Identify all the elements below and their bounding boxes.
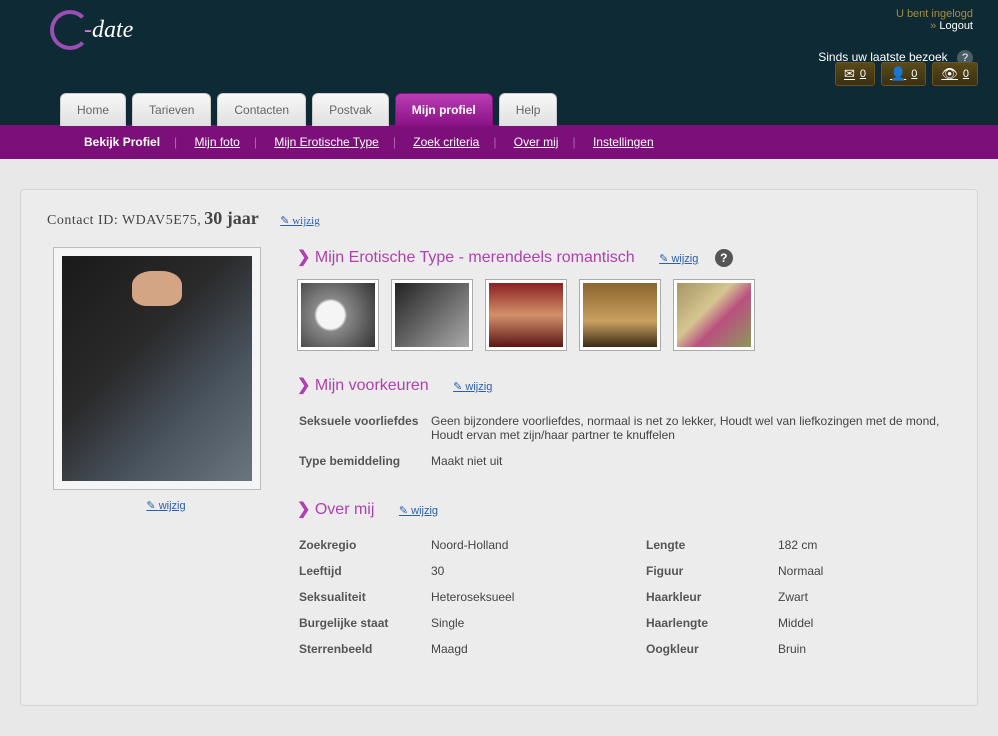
voorkeuren-title: Mijn voorkeuren [315,377,429,394]
erotic-title: Mijn Erotische Type - merendeels romanti… [315,249,635,266]
help-erotic-icon[interactable]: ? [715,249,733,267]
logged-in-text: U bent ingelogd [818,8,973,20]
erotic-type-section: Mijn Erotische Type - merendeels romanti… [297,247,951,351]
contacts-counter[interactable]: 👤0 [881,62,926,86]
contact-label: Contact ID: [47,213,122,228]
oogkleur-value: Bruin [778,637,949,661]
main-tabs: Home Tarieven Contacten Postvak Mijn pro… [0,93,998,126]
logo-c-icon [50,10,90,50]
header: -date U bent ingelogd » Logout Sinds uw … [0,0,998,92]
edit-voorkeuren-link[interactable]: wijzig [453,381,492,393]
profile-photo-frame [53,247,261,490]
tab-postvak[interactable]: Postvak [312,93,389,126]
subnav-mijn-foto[interactable]: Mijn foto [191,135,244,149]
zoekregio-value: Noord-Holland [431,533,602,557]
burgelijke-value: Single [431,611,602,635]
thumb-1[interactable] [297,279,379,351]
tab-mijn-profiel[interactable]: Mijn profiel [395,93,493,126]
edit-photo-link[interactable]: wijzig [146,500,185,512]
views-count: 0 [963,68,969,80]
seksualiteit-label: Seksualiteit [299,585,429,609]
logout-link[interactable]: Logout [939,20,973,32]
edit-over-mij-link[interactable]: wijzig [399,505,438,517]
seksualiteit-value: Heteroseksueel [431,585,602,609]
thumb-4[interactable] [579,279,661,351]
tab-help[interactable]: Help [499,93,558,126]
pref-label: Seksuele voorliefdes [299,409,429,447]
eye-icon: 👁 [941,66,958,82]
figuur-label: Figuur [646,559,776,583]
thumb-3[interactable] [485,279,567,351]
mail-count: 0 [860,68,866,80]
counters: ✉0 👤0 👁0 [835,62,978,86]
oogkleur-label: Oogkleur [646,637,776,661]
tab-contacten[interactable]: Contacten [217,93,306,126]
contacts-count: 0 [911,68,917,80]
views-counter[interactable]: 👁0 [932,62,978,86]
lengte-label: Lengte [646,533,776,557]
leeftijd-value: 30 [431,559,602,583]
tab-tarieven[interactable]: Tarieven [132,93,211,126]
subnav-over-mij[interactable]: Over mij [510,135,563,149]
person-icon: 👤 [890,66,906,82]
subnav-instellingen[interactable]: Instellingen [589,135,658,149]
over-mij-title: Over mij [315,501,375,518]
logout-prefix: » [930,20,939,32]
haarlengte-label: Haarlengte [646,611,776,635]
profile-photo[interactable] [62,256,252,481]
contact-id: WDAV5E75 [122,213,197,228]
figuur-value: Normaal [778,559,949,583]
subnav-zoek[interactable]: Zoek criteria [409,135,483,149]
bemiddeling-value: Maakt niet uit [431,449,949,473]
subnav: Bekijk Profiel| Mijn foto| Mijn Erotisch… [0,125,998,159]
subnav-erotische[interactable]: Mijn Erotische Type [270,135,383,149]
edit-contact-link[interactable]: wijzig [280,215,319,227]
over-mij-section: Over mij wijzig ZoekregioNoord-Holland L… [297,499,951,663]
sterrenbeeld-value: Maagd [431,637,602,661]
thumb-2[interactable] [391,279,473,351]
pref-value: Geen bijzondere voorliefdes, normaal is … [431,409,949,447]
profile-panel: Contact ID: WDAV5E75, 30 jaar wijzig wij… [20,189,978,706]
tab-home[interactable]: Home [60,93,126,126]
zoekregio-label: Zoekregio [299,533,429,557]
burgelijke-label: Burgelijke staat [299,611,429,635]
subnav-bekijk[interactable]: Bekijk Profiel [80,135,164,149]
lengte-value: 182 cm [778,533,949,557]
sterrenbeeld-label: Sterrenbeeld [299,637,429,661]
haarlengte-value: Middel [778,611,949,635]
logo-text: -date [84,17,133,44]
voorkeuren-section: Mijn voorkeuren wijzig Seksuele voorlief… [297,375,951,475]
erotic-thumbs [297,279,951,351]
mail-counter[interactable]: ✉0 [835,62,875,86]
haarkleur-value: Zwart [778,585,949,609]
contact-header: Contact ID: WDAV5E75, 30 jaar wijzig [47,208,951,229]
age-text: 30 jaar [204,208,258,228]
mail-icon: ✉ [844,66,855,82]
leeftijd-label: Leeftijd [299,559,429,583]
thumb-5[interactable] [673,279,755,351]
bemiddeling-label: Type bemiddeling [299,449,429,473]
edit-erotic-link[interactable]: wijzig [659,253,698,265]
haarkleur-label: Haarkleur [646,585,776,609]
